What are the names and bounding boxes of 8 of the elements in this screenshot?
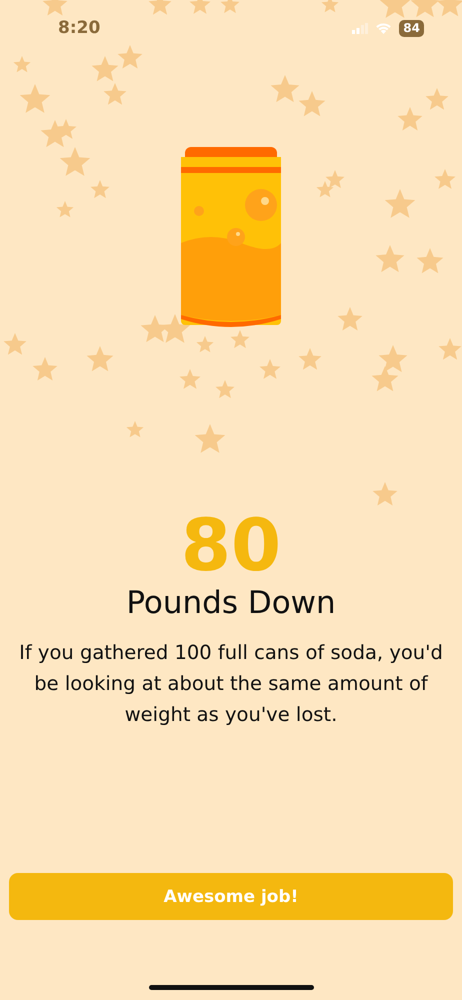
signal-icon xyxy=(352,22,368,34)
awesome-button[interactable]: Awesome job! xyxy=(9,873,453,920)
pounds-number: 80 xyxy=(180,505,282,585)
result-title: Pounds Down xyxy=(126,584,336,623)
result-description: If you gathered 100 full cans of soda, you'd be looking at about the same amount of weight as you've lost. xyxy=(18,640,444,728)
battery-indicator: 84 xyxy=(399,20,424,36)
status-time: 8:20 xyxy=(58,18,100,38)
wifi-icon xyxy=(375,22,392,34)
